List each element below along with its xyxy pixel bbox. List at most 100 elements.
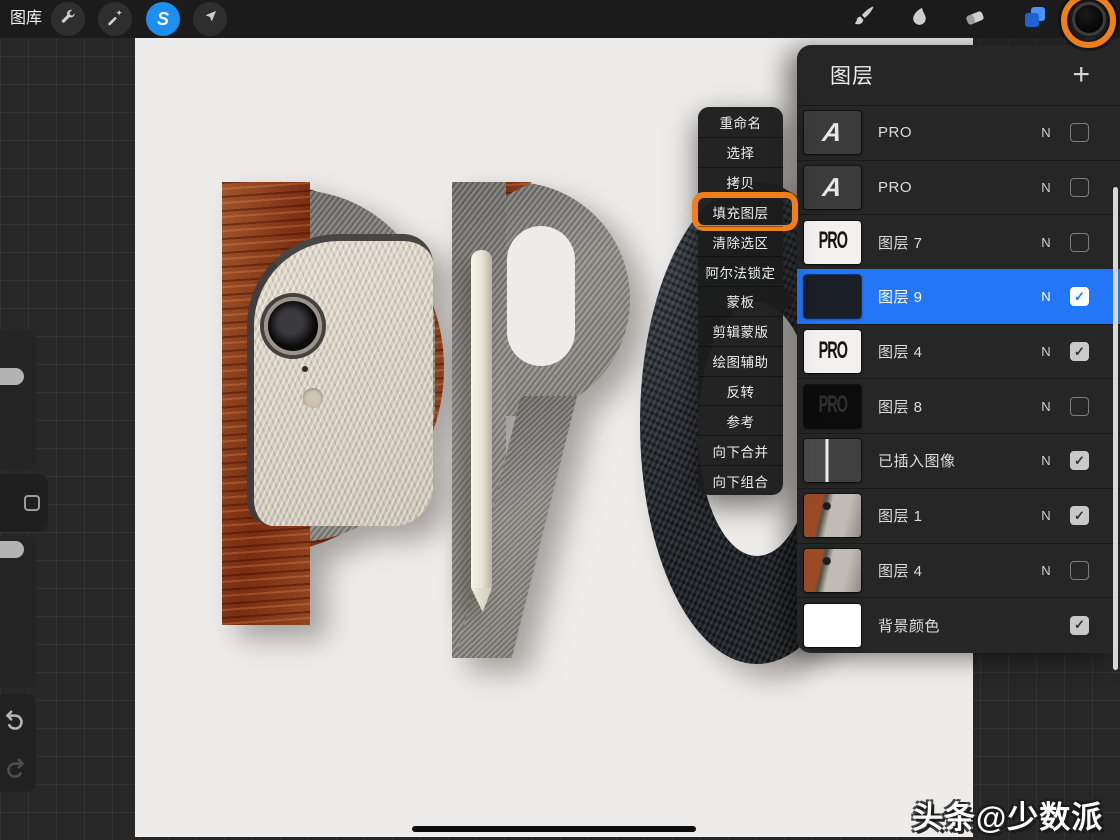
layer-blend-mode[interactable]: N (1036, 399, 1056, 414)
layer-visibility-checkbox[interactable] (1070, 123, 1089, 143)
layer-thumbnail[interactable] (804, 439, 861, 483)
layer-thumbnail[interactable] (804, 275, 861, 319)
layer-thumbnail[interactable] (804, 603, 861, 647)
layer-thumbnail[interactable] (804, 548, 861, 592)
layer-thumbnail[interactable]: PRO (804, 330, 861, 374)
ipad-back-corner (247, 234, 433, 526)
layer-visibility-checkbox[interactable] (1070, 396, 1089, 416)
layer-thumbnail[interactable]: A (804, 111, 861, 155)
layer-thumbnail-glyph: PRO (818, 338, 847, 364)
context-menu-item-label: 反转 (726, 385, 755, 401)
layers-icon (1022, 4, 1048, 35)
layer-row[interactable]: 背景颜色 ✓ (797, 597, 1120, 652)
layer-blend-mode[interactable]: N (1036, 344, 1056, 359)
opacity-slider-handle[interactable] (0, 541, 24, 558)
undo-icon[interactable] (2, 708, 28, 734)
context-menu-item[interactable]: 参考 (698, 405, 783, 435)
eraser-button[interactable] (962, 6, 988, 32)
context-menu-item[interactable]: 拷贝 (698, 166, 783, 197)
context-menu-item[interactable]: 阿尔法锁定 (698, 256, 783, 286)
layer-row[interactable]: A PRO N (797, 105, 1120, 160)
home-indicator[interactable] (412, 826, 696, 832)
apple-pencil (471, 250, 492, 612)
context-menu-item[interactable]: 向下合并 (698, 435, 783, 465)
layer-name: 图层 4 (878, 562, 923, 580)
context-menu-pointer (783, 288, 796, 312)
opacity-slider[interactable] (0, 536, 36, 688)
layer-blend-mode[interactable]: N (1036, 235, 1056, 250)
context-menu-item[interactable]: 重命名 (698, 107, 783, 137)
context-menu-item[interactable]: 选择 (698, 136, 783, 167)
context-menu-item-label: 向下组合 (712, 474, 769, 490)
layer-blend-mode[interactable]: N (1036, 125, 1056, 140)
layer-visibility-checkbox[interactable] (1070, 232, 1089, 252)
context-menu-items: 重命名 选择 拷贝 填充图层 清除选区 阿尔法锁定 蒙板 剪辑蒙版 绘图辅助 反… (692, 107, 798, 495)
brush-button[interactable] (850, 6, 876, 32)
layer-name: 图层 4 (878, 344, 923, 362)
context-menu-item[interactable]: 蒙板 (698, 286, 783, 316)
redo-icon[interactable] (2, 756, 28, 782)
gallery-button[interactable]: 图库 (10, 0, 42, 38)
layer-row[interactable]: PRO 图层 4 N ✓ (797, 323, 1120, 379)
context-menu-item[interactable]: 填充图层 (692, 191, 798, 232)
layer-visibility-checkbox[interactable]: ✓ (1070, 342, 1089, 362)
smudge-button[interactable] (906, 6, 932, 32)
transform-arrow-icon (201, 8, 219, 31)
actions-button[interactable] (51, 2, 85, 36)
layer-visibility-checkbox[interactable] (1070, 560, 1089, 580)
layer-thumbnail[interactable]: PRO (804, 384, 861, 428)
layer-thumbnail[interactable]: A (804, 166, 861, 210)
adjustments-button[interactable] (98, 2, 132, 36)
context-menu-item[interactable]: 反转 (698, 375, 783, 406)
wrench-icon (59, 8, 77, 31)
layer-thumbnail-glyph: PRO (818, 228, 847, 255)
context-menu-item[interactable]: 向下组合 (698, 465, 783, 495)
layer-row[interactable]: 图层 9 N ✓ (797, 269, 1120, 324)
smudge-icon (907, 5, 931, 34)
layer-name: 图层 7 (878, 234, 923, 252)
ipad-mic-dot (302, 366, 308, 372)
transform-button[interactable] (193, 2, 227, 36)
layer-row[interactable]: PRO 图层 7 N (797, 214, 1120, 270)
layer-name: PRO (878, 124, 913, 142)
context-menu-item-label: 选择 (726, 146, 755, 162)
context-menu-item[interactable]: 剪辑蒙版 (698, 315, 783, 346)
layer-visibility-checkbox[interactable]: ✓ (1070, 287, 1089, 307)
layers-button[interactable] (1022, 6, 1048, 32)
layer-row[interactable]: A PRO N (797, 159, 1120, 215)
layer-thumbnail[interactable]: PRO (804, 220, 861, 264)
layer-row[interactable]: 图层 1 N ✓ (797, 487, 1120, 543)
layer-row[interactable]: 已插入图像 N ✓ (797, 433, 1120, 488)
layer-blend-mode[interactable]: N (1036, 508, 1056, 523)
apple-pencil-body (471, 250, 492, 588)
layer-thumbnail[interactable] (804, 494, 861, 538)
layer-row[interactable]: 图层 4 N (797, 542, 1120, 598)
layers-panel: 图层 + A PRO N A PRO N PRO 图层 7 N 图层 9 N ✓… (797, 45, 1120, 653)
modify-button[interactable] (0, 474, 48, 532)
layers-panel-header: 图层 + (797, 45, 1120, 105)
layer-name: 图层 1 (878, 508, 923, 526)
layer-visibility-checkbox[interactable]: ✓ (1070, 506, 1089, 526)
layer-thumbnail-glyph: PRO (818, 392, 847, 419)
layer-blend-mode[interactable]: N (1036, 180, 1056, 195)
context-menu-item-label: 拷贝 (726, 176, 755, 192)
magic-wand-icon (106, 8, 124, 31)
procreate-app: 图层 + A PRO N A PRO N PRO 图层 7 N 图层 9 N ✓… (0, 0, 1120, 840)
layer-row[interactable]: PRO 图层 8 N (797, 378, 1120, 434)
brush-size-slider[interactable] (0, 330, 36, 470)
context-menu-item[interactable]: 清除选区 (698, 226, 783, 256)
letter-r-counter (507, 226, 575, 366)
layer-blend-mode[interactable]: N (1036, 453, 1056, 468)
layers-scrollbar[interactable] (1113, 187, 1118, 670)
layer-visibility-checkbox[interactable]: ✓ (1070, 451, 1089, 471)
brush-size-slider-handle[interactable] (0, 368, 24, 385)
layer-visibility-checkbox[interactable] (1070, 178, 1089, 198)
add-layer-button[interactable]: + (1072, 60, 1090, 90)
selection-button[interactable]: S (146, 2, 180, 36)
context-menu-item-label: 剪辑蒙版 (712, 325, 769, 341)
layer-blend-mode[interactable]: N (1036, 289, 1056, 304)
layer-thumbnail-glyph: A (821, 117, 845, 148)
context-menu-item[interactable]: 绘图辅助 (698, 345, 783, 376)
layer-blend-mode[interactable]: N (1036, 563, 1056, 578)
layer-visibility-checkbox[interactable]: ✓ (1070, 615, 1089, 635)
